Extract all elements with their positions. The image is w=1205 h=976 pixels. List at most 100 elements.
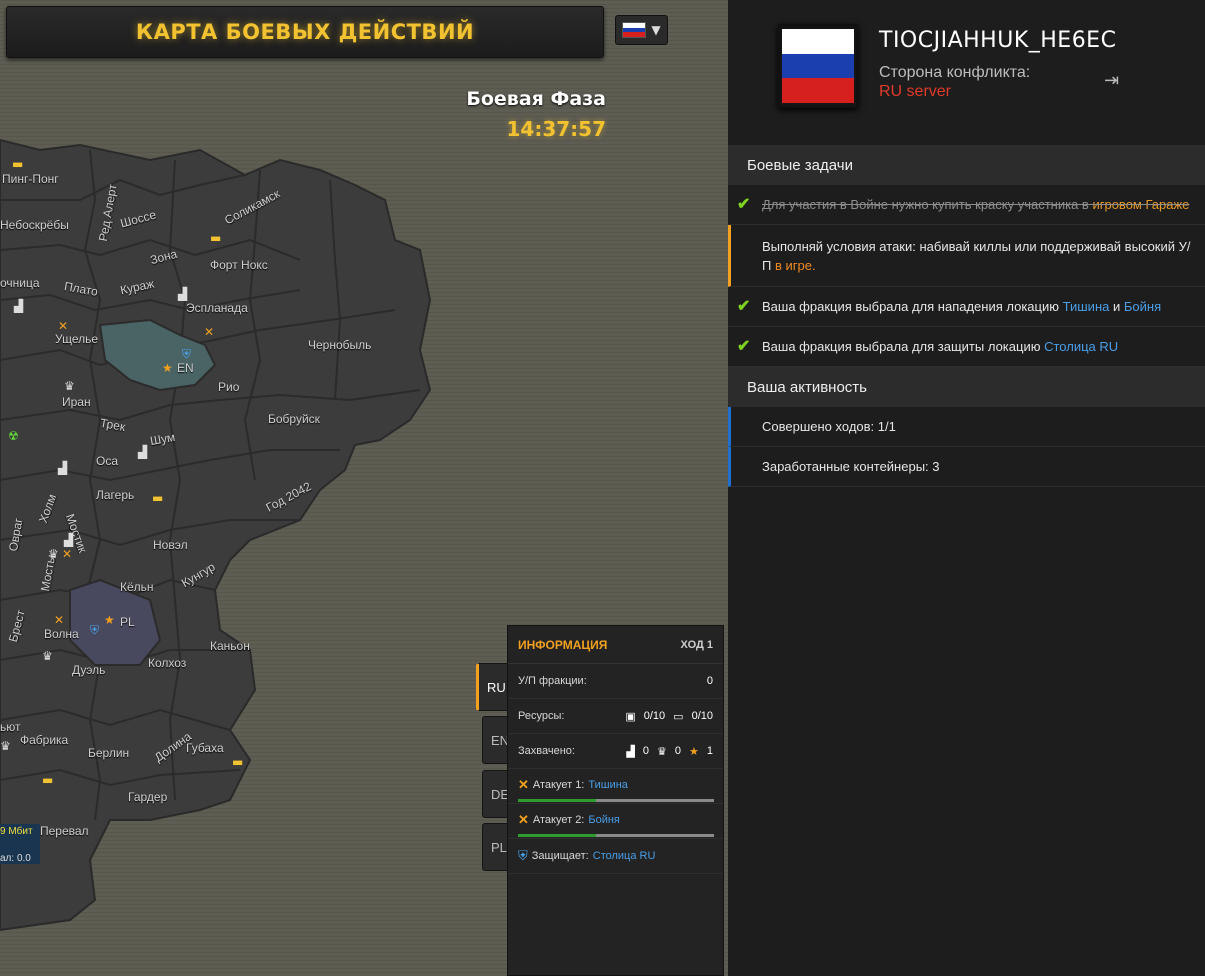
faction-kd-value: 0 <box>706 675 713 687</box>
region-skyscrapers[interactable]: Небоскрёбы <box>0 218 69 232</box>
faction-tab-ru[interactable]: RU <box>476 663 510 711</box>
region-osa[interactable]: Оса <box>96 454 118 468</box>
phase-title: Боевая Фаза <box>466 88 606 110</box>
factory-icon: ▟ <box>626 745 635 758</box>
region-fort-knox[interactable]: Форт Нокс <box>210 258 268 272</box>
network-speed-badge: 9 Мбит ал: 0.0 <box>0 824 40 864</box>
shield-icon: ⛨ <box>182 347 192 361</box>
faction-tab-label: RU <box>487 679 506 695</box>
star-icon: ★ <box>689 745 699 758</box>
in-game-link[interactable]: в игре. <box>775 258 816 273</box>
info-panel: ИНФОРМАЦИЯ ХОД 1 У/П фракции: 0 Ресурсы:… <box>507 625 724 976</box>
factory-icon: ▟ <box>14 299 24 313</box>
crossed-swords-icon: ✕ <box>54 613 65 627</box>
boinya-link[interactable]: Бойня <box>1124 299 1161 314</box>
crown-icon: ♛ <box>48 547 59 561</box>
region-factory[interactable]: Фабрика <box>20 733 68 747</box>
resources-row: Ресурсы: ▣ 0/10 ▭ 0/10 <box>508 699 723 734</box>
crossed-swords-icon: ✕ <box>204 325 215 339</box>
containers-stat: Заработанные контейнеры: 3 <box>728 447 1205 487</box>
tank-icon: ▬ <box>12 157 24 171</box>
capital-ru-link[interactable]: Столица RU <box>1044 339 1118 354</box>
laptop-icon: ▭ <box>673 710 684 723</box>
crossed-swords-icon: ✕ <box>518 777 529 792</box>
turns-stat: Совершено ходов: 1/1 <box>728 407 1205 447</box>
crown-icon: ♛ <box>64 379 75 393</box>
task-4-text: Ваша фракция выбрала для защиты локацию <box>762 339 1041 354</box>
attack-2-label: Атакует 2: <box>532 814 585 826</box>
region-gorge[interactable]: Ущелье <box>55 332 98 346</box>
tishina-link[interactable]: Тишина <box>1063 299 1110 314</box>
crossed-swords-icon: ✕ <box>58 319 69 333</box>
region-berlin[interactable]: Берлин <box>88 746 129 760</box>
star-icon: ★ <box>104 613 115 627</box>
captured-label: Захвачено: <box>518 745 575 757</box>
defend-row: ⛨ Защищает: Столица RU <box>508 839 723 874</box>
task-attack-conditions: Выполняй условия атаки: набивай киллы ил… <box>728 225 1205 287</box>
check-icon: ✔ <box>737 196 751 213</box>
region-duel[interactable]: Дуэль <box>72 663 105 677</box>
region-kolkhoz[interactable]: Колхоз <box>148 656 186 670</box>
task-defend-location: ✔ Ваша фракция выбрала для защиты локаци… <box>728 327 1205 367</box>
attack-1-label: Атакует 1: <box>532 779 585 791</box>
faction-tab-label: PL <box>491 839 507 855</box>
region-partial-yut[interactable]: ьют <box>0 720 20 734</box>
attack-2-progress <box>518 834 714 837</box>
activity-section-title: Ваша активность <box>728 367 1205 407</box>
garage-link[interactable]: игровом Гараже <box>1092 197 1189 212</box>
language-selector[interactable]: ▼ <box>615 15 668 45</box>
check-icon: ✔ <box>737 338 751 355</box>
faction-kd-row: У/П фракции: 0 <box>508 664 723 699</box>
battle-map[interactable]: Пинг-Понг Небоскрёбы Ред Алерт Шоссе Сол… <box>0 0 728 976</box>
network-speed: 9 Мбит <box>0 826 33 837</box>
region-canyon[interactable]: Каньон <box>210 639 250 653</box>
region-partial-ochnitsa[interactable]: очница <box>0 276 40 290</box>
attack-2-row: ✕ Атакует 2: Бойня <box>508 804 723 839</box>
defend-target-link[interactable]: Столица RU <box>593 850 656 862</box>
region-esplanade[interactable]: Эспланада <box>186 301 248 315</box>
region-garder[interactable]: Гардер <box>128 790 167 804</box>
region-en[interactable]: EN <box>177 361 194 375</box>
region-rio[interactable]: Рио <box>218 380 239 394</box>
region-ping-pong[interactable]: Пинг-Понг <box>2 172 59 186</box>
task-attack-location: ✔ Ваша фракция выбрала для нападения лок… <box>728 287 1205 327</box>
logout-icon[interactable]: ⇥ <box>1104 70 1128 94</box>
crown-icon: ♛ <box>42 649 53 663</box>
attack-1-row: ✕ Атакует 1: Тишина <box>508 769 723 804</box>
attack-2-target-link[interactable]: Бойня <box>588 814 620 826</box>
server-name: RU server <box>879 83 952 100</box>
region-camp[interactable]: Лагерь <box>96 488 134 502</box>
network-sub: ал: 0.0 <box>0 853 31 864</box>
tank-icon: ▬ <box>42 773 54 787</box>
profile-block: TIOCJIAHHUK_HE6EC Сторона конфликта: RU … <box>728 0 1205 145</box>
region-koln[interactable]: Кёльн <box>120 580 154 594</box>
info-header: ИНФОРМАЦИЯ ХОД 1 <box>508 626 723 664</box>
map-title-bar: КАРТА БОЕВЫХ ДЕЙСТВИЙ <box>6 6 604 58</box>
shield-icon: ⛨ <box>90 623 100 637</box>
region-novel[interactable]: Новэл <box>153 538 188 552</box>
conflict-side-label: Сторона конфликта: <box>879 64 1031 81</box>
russia-flag-icon <box>622 22 647 38</box>
region-pass[interactable]: Перевал <box>40 824 89 838</box>
star-icon: ★ <box>162 361 173 375</box>
tank-icon: ▬ <box>152 491 164 505</box>
faction-flag <box>778 24 858 108</box>
task-buy-paint: ✔ Для участия в Войне нужно купить краск… <box>728 185 1205 225</box>
attack-1-target-link[interactable]: Тишина <box>588 779 628 791</box>
region-wave[interactable]: Волна <box>44 627 79 641</box>
crown-icon: ♛ <box>657 745 667 758</box>
region-pl[interactable]: PL <box>120 615 135 629</box>
task-3-and: и <box>1112 299 1121 314</box>
resource-1-value: 0/10 <box>643 710 666 722</box>
factory-icon: ▟ <box>58 461 68 475</box>
region-bobruisk[interactable]: Бобруйск <box>268 412 320 426</box>
region-iran[interactable]: Иран <box>62 395 91 409</box>
region-chernobyl[interactable]: Чернобыль <box>308 338 371 352</box>
captured-stars: 1 <box>706 745 713 757</box>
turn-counter: ХОД 1 <box>680 638 713 651</box>
region-gubakha[interactable]: Губаха <box>186 741 224 755</box>
resource-2-value: 0/10 <box>691 710 713 722</box>
crown-icon: ♛ <box>0 739 11 753</box>
chevron-down-icon: ▼ <box>651 23 661 37</box>
factory-icon: ▟ <box>138 445 148 459</box>
